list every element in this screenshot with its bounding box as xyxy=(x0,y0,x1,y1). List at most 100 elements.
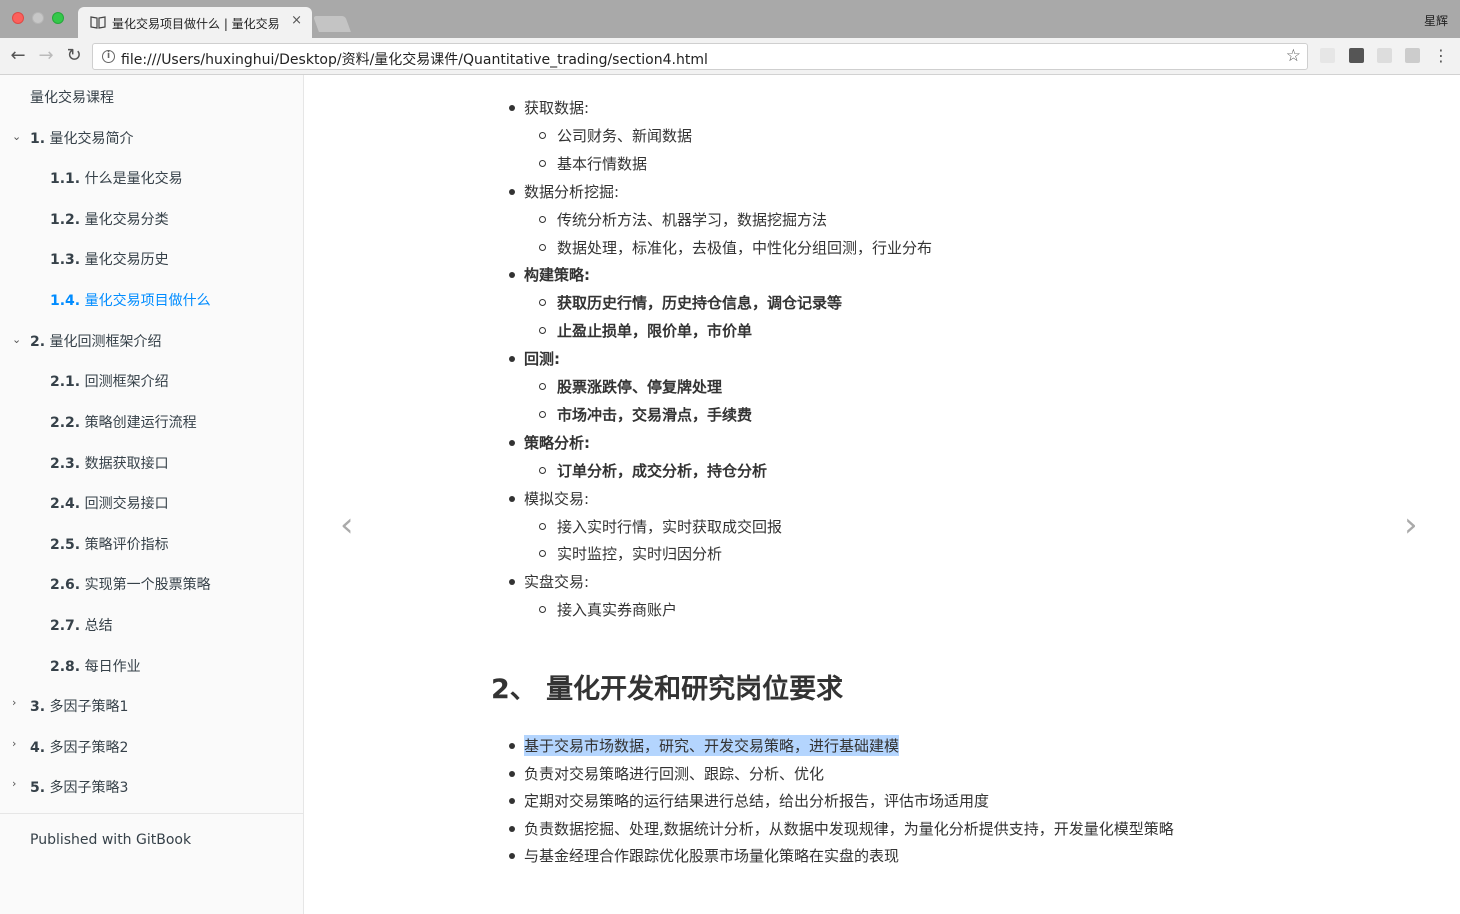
address-bar[interactable]: i file:///Users/huxinghui/Desktop/资料/量化交… xyxy=(92,43,1308,70)
sidebar-item-1-4[interactable]: 1.4. 量化交易项目做什么 xyxy=(50,290,211,310)
sidebar-item-2-5[interactable]: 2.5. 策略评价指标 xyxy=(50,534,169,554)
list-item: 构建策略: xyxy=(524,266,590,285)
list-item: 获取数据: xyxy=(524,99,590,117)
grid-extension-icon[interactable] xyxy=(1405,48,1420,63)
list-item: 实盘交易: xyxy=(524,573,590,592)
bullet-circle-icon xyxy=(539,159,546,167)
bullet-circle-icon xyxy=(539,383,546,390)
sidebar-item-5[interactable]: 5. 多因子策略3 xyxy=(30,777,128,797)
sidebar-item-1-1[interactable]: 1.1. 什么是量化交易 xyxy=(50,168,183,188)
sidebar-item-2-2[interactable]: 2.2. 策略创建运行流程 xyxy=(50,412,197,432)
bullet-disc-icon xyxy=(509,579,515,586)
sidebar-item-2-1[interactable]: 2.1. 回测框架介绍 xyxy=(50,371,169,391)
list-item: 策略分析: xyxy=(524,433,590,452)
bullet-circle-icon xyxy=(539,550,546,558)
sidebar-item-1-2[interactable]: 1.2. 量化交易分类 xyxy=(50,209,169,229)
sub-list-item: 获取历史行情，历史持仓信息，调仓记录等 xyxy=(557,294,843,313)
list-item: 负责数据挖掘、处理,数据统计分析，从数据中发现规律，为量化分析提供支持，开发量化… xyxy=(524,819,1174,838)
sidebar-item-2-6[interactable]: 2.6. 实现第一个股票策略 xyxy=(50,574,211,594)
next-page-arrow-icon[interactable]: › xyxy=(1404,505,1418,545)
prev-page-arrow-icon[interactable]: ‹ xyxy=(340,505,354,545)
bullet-circle-icon xyxy=(539,606,546,614)
back-button[interactable]: ← xyxy=(8,46,28,66)
info-icon[interactable]: i xyxy=(102,50,115,63)
bullet-circle-icon xyxy=(539,410,546,418)
sub-list-item: 接入真实券商账户 xyxy=(557,601,678,620)
sub-list-item: 基本行情数据 xyxy=(557,154,648,173)
list-item: 定期对交易策略的运行结果进行总结，给出分析报告，评估市场适用度 xyxy=(524,792,990,811)
sub-list-item: 股票涨跌停、停复牌处理 xyxy=(557,378,723,396)
sidebar-course-title[interactable]: 量化交易课程 xyxy=(30,87,114,107)
book-icon xyxy=(90,16,106,29)
sub-list-item: 数据处理，标准化，去极值，中性化分组回测，行业分布 xyxy=(557,238,933,257)
sub-list-item: 止盈止损单，限价单，市价单 xyxy=(557,322,753,341)
browser-toolbar: ← → ↻ i file:///Users/huxinghui/Desktop/… xyxy=(0,38,1460,75)
list-item: 负责对交易策略进行回测、跟踪、分析、优化 xyxy=(524,764,825,783)
selected-list-item: 基于交易市场数据，研究、开发交易策略，进行基础建模 xyxy=(524,735,900,756)
gitbook-footer-link[interactable]: Published with GitBook xyxy=(30,832,191,848)
bullet-disc-icon xyxy=(509,798,515,805)
bullet-disc-icon xyxy=(509,188,515,195)
url-text[interactable]: file:///Users/huxinghui/Desktop/资料/量化交易课… xyxy=(121,49,708,69)
sub-list-item: 接入实时行情，实时获取成交回报 xyxy=(557,517,783,536)
bullet-circle-icon xyxy=(539,522,546,530)
chevron-right-icon[interactable]: › xyxy=(12,777,16,790)
forward-button[interactable]: → xyxy=(36,46,56,66)
sync-extension-icon[interactable] xyxy=(1377,48,1392,63)
sidebar-item-1[interactable]: 1. 量化交易简介 xyxy=(30,128,134,148)
maximize-window-button[interactable] xyxy=(52,12,64,24)
sub-list-item: 订单分析，成交分析，持仓分析 xyxy=(557,461,768,480)
sidebar-item-1-3[interactable]: 1.3. 量化交易历史 xyxy=(50,249,169,269)
reload-button[interactable]: ↻ xyxy=(64,46,84,66)
menu-kebab-icon[interactable]: ⋮ xyxy=(1431,46,1451,66)
book-summary-sidebar: 量化交易课程 ⌄ 1. 量化交易简介 1.1. 什么是量化交易 1.2. 量化交… xyxy=(0,75,304,914)
list-item: 数据分析挖掘: xyxy=(524,182,620,201)
list-item: 回测: xyxy=(524,350,560,369)
sidebar-item-3[interactable]: 3. 多因子策略1 xyxy=(30,696,128,716)
tab-title: 量化交易项目做什么 | 量化交易 xyxy=(112,17,280,31)
sidebar-item-2-4[interactable]: 2.4. 回测交易接口 xyxy=(50,493,169,513)
bullet-disc-icon xyxy=(509,743,515,749)
bullet-disc-icon xyxy=(509,853,515,860)
list-item: 模拟交易: xyxy=(524,489,590,508)
sidebar-item-2-7[interactable]: 2.7. 总结 xyxy=(50,615,113,635)
bullet-disc-icon xyxy=(509,825,515,832)
cursor-extension-icon[interactable] xyxy=(1320,48,1335,63)
chevron-right-icon[interactable]: › xyxy=(12,696,16,709)
sub-list-item: 市场冲击，交易滑点，手续费 xyxy=(557,405,753,424)
list-item: 与基金经理合作跟踪优化股票市场量化策略在实盘的表现 xyxy=(524,847,900,866)
bullet-disc-icon xyxy=(509,495,515,502)
chevron-down-icon[interactable]: ⌄ xyxy=(12,130,21,143)
bullet-disc-icon xyxy=(509,272,515,279)
page-content: ‹ › 获取数据: 公司财务、新闻数据 基本行情数据数据分析挖掘: 传统分析方法、机器… xyxy=(304,75,1460,914)
sidebar-item-4[interactable]: 4. 多因子策略2 xyxy=(30,737,128,757)
bullet-disc-icon xyxy=(509,439,515,446)
tab-close-icon[interactable]: × xyxy=(291,13,302,28)
bullet-circle-icon xyxy=(539,131,546,139)
new-tab-button[interactable] xyxy=(313,16,351,32)
bullet-disc-icon xyxy=(509,770,515,777)
bullet-disc-icon xyxy=(509,105,515,111)
section-heading: 2、 量化开发和研究岗位要求 xyxy=(491,674,844,705)
minimize-window-button[interactable] xyxy=(32,12,44,24)
sub-list-item: 公司财务、新闻数据 xyxy=(557,126,693,145)
sidebar-item-2-3[interactable]: 2.3. 数据获取接口 xyxy=(50,453,169,473)
x-extension-icon[interactable] xyxy=(1349,48,1364,63)
bookmark-star-icon[interactable]: ☆ xyxy=(1286,46,1301,66)
bullet-circle-icon xyxy=(539,299,546,307)
bullet-circle-icon xyxy=(539,243,546,251)
sub-list-item: 实时监控，实时归因分析 xyxy=(557,545,723,564)
bullet-circle-icon xyxy=(539,327,546,335)
sidebar-item-2[interactable]: 2. 量化回测框架介绍 xyxy=(30,331,162,351)
bullet-disc-icon xyxy=(509,356,515,363)
bullet-circle-icon xyxy=(539,215,546,223)
window-titlebar: 量化交易项目做什么 | 量化交易 × 星辉 xyxy=(0,0,1460,38)
sub-list-item: 传统分析方法、机器学习，数据挖掘方法 xyxy=(557,210,828,229)
chevron-right-icon[interactable]: › xyxy=(12,737,16,750)
bullet-circle-icon xyxy=(539,466,546,474)
sidebar-item-2-8[interactable]: 2.8. 每日作业 xyxy=(50,656,141,676)
tab-current[interactable]: 量化交易项目做什么 | 量化交易 × xyxy=(78,7,312,38)
profile-name[interactable]: 星辉 xyxy=(1424,12,1448,29)
chevron-down-icon[interactable]: ⌄ xyxy=(12,333,21,346)
close-window-button[interactable] xyxy=(12,12,24,24)
